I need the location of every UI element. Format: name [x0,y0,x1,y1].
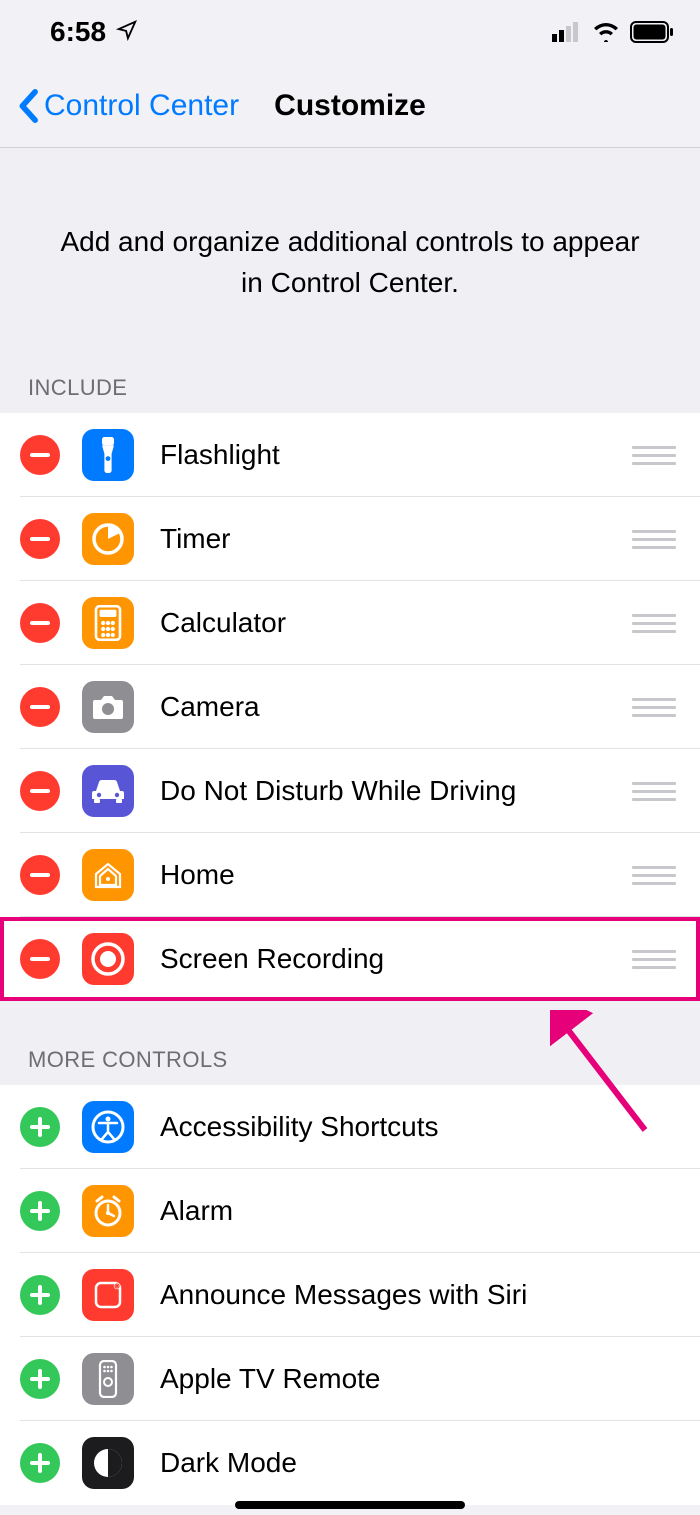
row-label: Do Not Disturb While Driving [160,775,632,807]
row-label: Announce Messages with Siri [160,1279,700,1311]
remove-button[interactable] [20,855,60,895]
list-item: Timer [0,497,700,581]
header-description: Add and organize additional controls to … [0,148,700,365]
list-item: Announce Messages with Siri [0,1253,700,1337]
siri-icon [82,1269,134,1321]
drag-handle-icon[interactable] [632,698,676,717]
list-item: Alarm [0,1169,700,1253]
drag-handle-icon[interactable] [632,614,676,633]
battery-icon [630,21,674,43]
camera-icon [82,681,134,733]
row-label: Apple TV Remote [160,1363,700,1395]
home-indicator [235,1501,465,1509]
signal-icon [552,22,582,42]
alarm-icon [82,1185,134,1237]
car-icon [82,765,134,817]
include-list: Flashlight Timer Calculator Camera Do Not Di… [0,413,700,1001]
drag-handle-icon[interactable] [632,866,676,885]
row-label: Dark Mode [160,1447,700,1479]
back-label: Control Center [44,89,239,123]
remove-button[interactable] [20,771,60,811]
row-label: Flashlight [160,439,632,471]
section-header-more: MORE CONTROLS [0,1001,700,1085]
remove-button[interactable] [20,435,60,475]
list-item: Accessibility Shortcuts [0,1085,700,1169]
remove-button[interactable] [20,603,60,643]
list-item: Camera [0,665,700,749]
drag-handle-icon[interactable] [632,782,676,801]
location-icon [116,16,138,48]
list-item: Do Not Disturb While Driving [0,749,700,833]
add-button[interactable] [20,1359,60,1399]
remove-button[interactable] [20,939,60,979]
row-label: Alarm [160,1195,700,1227]
drag-handle-icon[interactable] [632,446,676,465]
timer-icon [82,513,134,565]
more-controls-list: Accessibility Shortcuts Alarm Announce Mes… [0,1085,700,1505]
list-item: Apple TV Remote [0,1337,700,1421]
section-header-include: INCLUDE [0,365,700,413]
chevron-left-icon [18,89,38,123]
status-time: 6:58 [50,16,106,48]
wifi-icon [592,22,620,42]
calculator-icon [82,597,134,649]
darkmode-icon [82,1437,134,1489]
row-label: Camera [160,691,632,723]
list-item: Screen Recording [0,917,700,1001]
flashlight-icon [82,429,134,481]
row-label: Calculator [160,607,632,639]
add-button[interactable] [20,1107,60,1147]
nav-bar: Control Center Customize [0,64,700,148]
list-item: Dark Mode [0,1421,700,1505]
list-item: Calculator [0,581,700,665]
add-button[interactable] [20,1443,60,1483]
list-item: Home [0,833,700,917]
add-button[interactable] [20,1275,60,1315]
home-icon [82,849,134,901]
remove-button[interactable] [20,687,60,727]
row-label: Timer [160,523,632,555]
back-button[interactable]: Control Center [18,89,239,123]
drag-handle-icon[interactable] [632,530,676,549]
accessibility-icon [82,1101,134,1153]
row-label: Accessibility Shortcuts [160,1111,700,1143]
row-label: Home [160,859,632,891]
record-icon [82,933,134,985]
list-item: Flashlight [0,413,700,497]
status-bar: 6:58 [0,0,700,64]
row-label: Screen Recording [160,943,632,975]
remote-icon [82,1353,134,1405]
remove-button[interactable] [20,519,60,559]
add-button[interactable] [20,1191,60,1231]
drag-handle-icon[interactable] [632,950,676,969]
page-title: Customize [274,89,426,123]
